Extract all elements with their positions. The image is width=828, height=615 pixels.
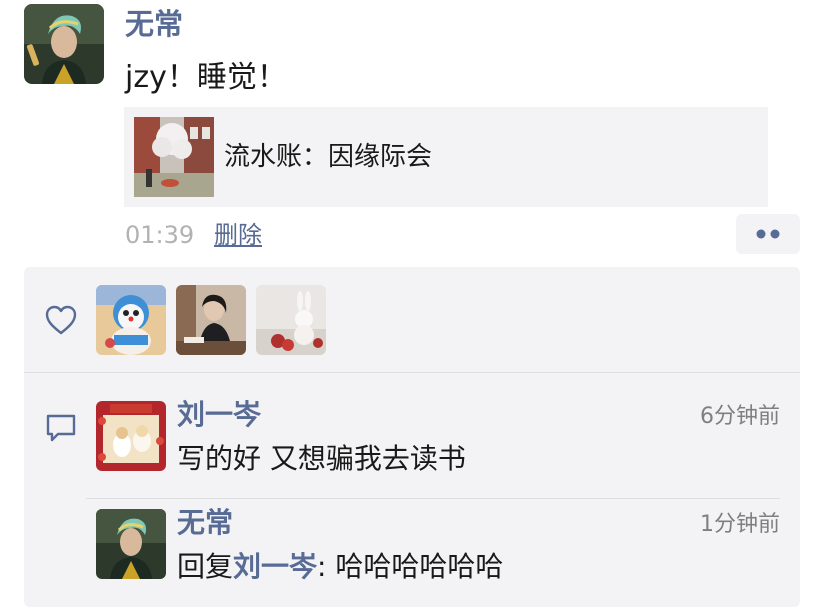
comment-text-1: 写的好 又想骗我去读书 — [177, 442, 466, 475]
shared-link-thumbnail — [134, 117, 214, 197]
comment-time-1: 6分钟前 — [700, 404, 780, 429]
shared-link-card[interactable]: 流水账：因缘际会 — [124, 107, 768, 207]
reply-label: 回复 — [177, 550, 234, 583]
poster-name[interactable]: 无常 — [125, 4, 183, 44]
comment-icon — [46, 414, 76, 442]
like-avatar-doraemon-bear[interactable] — [96, 285, 166, 355]
post-time: 01:39 — [125, 221, 195, 249]
comment-avatar-2[interactable] — [96, 509, 166, 579]
interaction-panel: 刘一岑 6分钟前 写的好 又想骗我去读书 无常 1分钟前 回复刘一岑: 哈哈哈哈… — [24, 267, 800, 607]
heart-icon — [45, 305, 77, 335]
comment-time-2: 1分钟前 — [700, 512, 780, 537]
more-dots-icon — [756, 229, 780, 239]
reply-separator: : — [317, 550, 336, 583]
comment-divider — [86, 498, 780, 499]
delete-link[interactable]: 删除 — [214, 218, 262, 252]
like-avatar-woman-desk[interactable] — [176, 285, 246, 355]
shared-link-title: 流水账：因缘际会 — [224, 142, 433, 172]
reply-text: 哈哈哈哈哈哈 — [335, 550, 504, 583]
comment-author-2[interactable]: 无常 — [177, 505, 233, 541]
poster-avatar-image — [24, 4, 104, 84]
more-actions-button[interactable] — [736, 214, 800, 254]
comment-author-1[interactable]: 刘一岑 — [177, 397, 261, 433]
post-text: jzy！睡觉！ — [125, 60, 287, 95]
reply-target-name[interactable]: 刘一岑 — [233, 550, 317, 583]
like-avatar-rabbit-doll[interactable] — [256, 285, 326, 355]
comment-text-2: 回复刘一岑: 哈哈哈哈哈哈 — [177, 547, 503, 587]
likes-divider — [24, 372, 800, 373]
comment-avatar-1[interactable] — [96, 401, 166, 471]
poster-avatar[interactable] — [24, 4, 104, 84]
